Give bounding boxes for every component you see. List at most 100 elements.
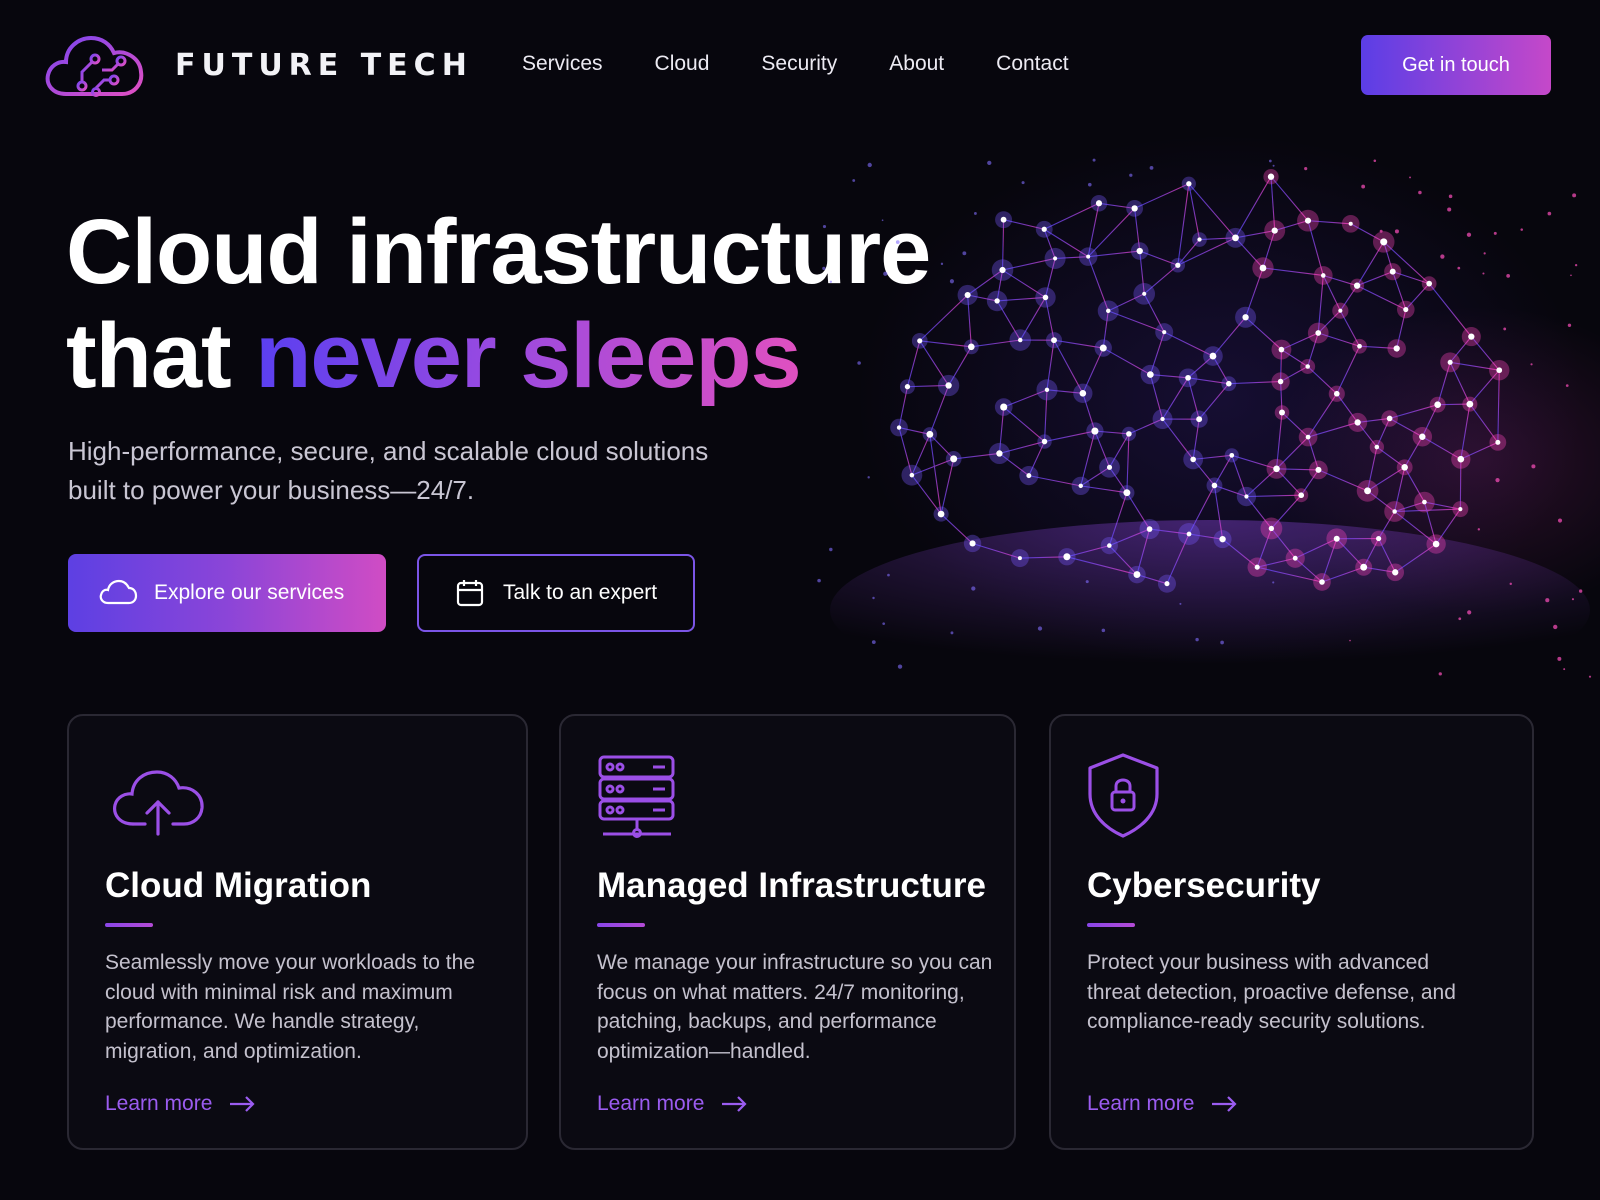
particle xyxy=(1409,176,1411,179)
particle xyxy=(1092,158,1096,162)
learn-more-link[interactable]: Learn more xyxy=(105,1092,256,1116)
mesh-node xyxy=(1232,234,1239,242)
brand-name[interactable]: FUTURE TECH xyxy=(175,48,473,83)
mesh-node xyxy=(1401,464,1408,471)
mesh-node xyxy=(1333,535,1340,542)
learn-more-link[interactable]: Learn more xyxy=(1087,1092,1238,1116)
mesh-node xyxy=(1026,473,1032,479)
mesh-node xyxy=(1079,389,1087,397)
service-card-cloud-migration[interactable]: Cloud Migration Seamlessly move your wor… xyxy=(67,714,528,1150)
particle xyxy=(882,622,886,626)
particle xyxy=(1037,626,1043,631)
mesh-node xyxy=(1078,483,1083,489)
particle xyxy=(1085,580,1089,584)
particle xyxy=(829,280,832,283)
mesh-node xyxy=(1392,509,1397,514)
particle xyxy=(1349,639,1351,642)
particle xyxy=(1565,384,1569,387)
hero-subtitle-line2: built to power your business—24/7. xyxy=(68,475,475,505)
mesh-node xyxy=(1348,221,1353,226)
mesh-node xyxy=(926,430,934,438)
particle xyxy=(1129,173,1133,177)
mesh-node xyxy=(1457,455,1465,463)
particle xyxy=(962,251,967,256)
learn-more-label: Learn more xyxy=(105,1092,213,1115)
explore-services-button[interactable]: Explore our services xyxy=(68,554,386,632)
card-title: Cybersecurity xyxy=(1087,866,1321,905)
logo-cloud-circuit-icon[interactable] xyxy=(44,26,148,102)
mesh-node xyxy=(1292,555,1298,561)
particle xyxy=(867,476,870,479)
particle xyxy=(1272,164,1275,167)
mesh-node xyxy=(1468,333,1475,340)
particle xyxy=(973,212,977,215)
particle xyxy=(1272,581,1275,584)
mesh-node xyxy=(1389,268,1396,275)
particle xyxy=(1373,159,1377,162)
card-divider xyxy=(1087,923,1135,927)
mesh-node xyxy=(1271,227,1278,234)
mesh-node xyxy=(945,382,952,389)
mesh-node xyxy=(1164,581,1170,587)
particle xyxy=(1495,478,1500,483)
particle xyxy=(1570,274,1572,277)
mesh-node xyxy=(1338,308,1343,313)
service-card-cybersecurity[interactable]: Cybersecurity Protect your business with… xyxy=(1049,714,1534,1150)
mesh-node xyxy=(1211,482,1218,489)
mesh-node xyxy=(1017,556,1022,561)
explore-services-label: Explore our services xyxy=(154,581,345,604)
particle xyxy=(1567,323,1572,327)
particle xyxy=(852,179,856,182)
mesh-node xyxy=(1466,400,1474,408)
mesh-node xyxy=(1360,563,1368,571)
nav-item-about[interactable]: About xyxy=(889,52,944,76)
mesh-node xyxy=(1277,378,1284,385)
get-in-touch-button[interactable]: Get in touch xyxy=(1361,35,1551,95)
mesh-node xyxy=(996,450,1003,457)
mesh-node xyxy=(1267,173,1275,180)
particle xyxy=(1506,274,1511,278)
mesh-node xyxy=(1380,238,1388,246)
particle xyxy=(1087,182,1092,187)
particle xyxy=(940,262,944,266)
card-title: Managed Infrastructure xyxy=(597,866,986,905)
mesh-node xyxy=(1042,294,1049,301)
mesh-node xyxy=(967,343,975,351)
particle xyxy=(1438,672,1442,676)
talk-to-expert-label: Talk to an expert xyxy=(503,581,658,604)
particle xyxy=(1530,363,1533,366)
mesh-node xyxy=(1106,308,1111,314)
mesh-node xyxy=(1175,262,1181,268)
mesh-node xyxy=(1432,540,1440,548)
service-card-managed-infrastructure[interactable]: Managed Infrastructure We manage your in… xyxy=(559,714,1016,1150)
nav-item-services[interactable]: Services xyxy=(522,52,603,76)
nav-item-cloud[interactable]: Cloud xyxy=(655,52,710,76)
mesh-node xyxy=(1315,330,1322,336)
mesh-node xyxy=(1091,427,1099,435)
particle xyxy=(1379,229,1383,233)
mesh-link xyxy=(940,458,955,515)
particle xyxy=(1572,193,1577,198)
particle xyxy=(1457,266,1461,270)
mesh-node xyxy=(1147,371,1154,378)
talk-to-expert-button[interactable]: Talk to an expert xyxy=(417,554,695,632)
mesh-link xyxy=(1087,207,1136,258)
mesh-node xyxy=(1000,403,1008,411)
nav-item-contact[interactable]: Contact xyxy=(996,52,1068,76)
mesh-node xyxy=(909,472,915,478)
particle xyxy=(1394,229,1399,234)
mesh-node xyxy=(1242,314,1249,321)
card-description: Seamlessly move your workloads to the cl… xyxy=(105,951,475,1063)
learn-more-label: Learn more xyxy=(597,1092,705,1115)
mesh-node xyxy=(1123,489,1131,497)
mesh-node xyxy=(904,384,911,390)
learn-more-link[interactable]: Learn more xyxy=(597,1092,748,1116)
mesh-node xyxy=(1209,352,1217,360)
mesh-node xyxy=(1447,359,1453,365)
mesh-node xyxy=(950,455,958,463)
mesh-node xyxy=(1229,452,1235,458)
mesh-node xyxy=(1190,456,1196,463)
mesh-node xyxy=(1268,525,1275,532)
nav-item-security[interactable]: Security xyxy=(761,52,837,76)
arrow-right-icon xyxy=(228,1095,256,1113)
